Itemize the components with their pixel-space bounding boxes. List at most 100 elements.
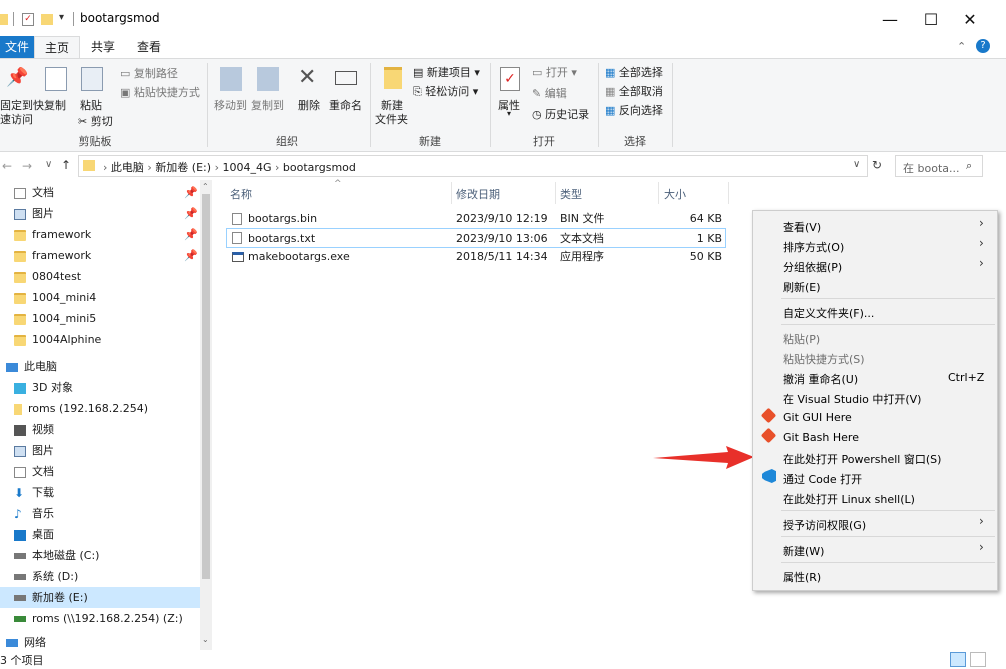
scroll-thumb[interactable]	[202, 194, 210, 579]
menu-item-undo-rename[interactable]: 撤消 重命名(U)	[783, 371, 858, 387]
menu-item-refresh[interactable]: 刷新(E)	[783, 279, 821, 295]
new-folder-button[interactable]: 新建 文件夹	[375, 65, 411, 133]
tab-file[interactable]: 文件	[0, 36, 34, 59]
menu-item-give-access[interactable]: 授予访问权限(G)	[783, 517, 866, 533]
menu-item-open-linux-shell[interactable]: 在此处打开 Linux shell(L)	[783, 491, 915, 507]
select-none-button[interactable]: ▦ 全部取消	[605, 83, 663, 99]
nav-item-1004-mini5[interactable]: 1004_mini5	[0, 308, 200, 329]
forward-arrow-icon[interactable]: →	[22, 159, 32, 173]
nav-item-roms-network[interactable]: roms (192.168.2.254)	[0, 398, 200, 419]
nav-item-network[interactable]: 网络	[0, 632, 200, 653]
menu-item-view[interactable]: 查看(V)	[783, 219, 821, 235]
delete-button[interactable]: ✕ 删除	[296, 65, 324, 115]
column-divider[interactable]	[555, 182, 556, 204]
nav-item-framework[interactable]: framework 📌	[0, 245, 200, 266]
search-icon[interactable]: ⌕	[966, 159, 972, 173]
nav-item-drive-d[interactable]: 系统 (D:)	[0, 566, 200, 587]
maximize-button[interactable]: ☐	[919, 8, 943, 32]
invert-selection-button[interactable]: ▦ 反向选择	[605, 102, 663, 118]
new-folder-quick-icon[interactable]	[41, 14, 53, 25]
menu-item-open-visual-studio[interactable]: 在 Visual Studio 中打开(V)	[783, 391, 921, 407]
column-header-date[interactable]: 修改日期	[456, 186, 500, 202]
column-divider[interactable]	[728, 182, 729, 204]
search-input[interactable]: 在 boota... ⌕	[895, 155, 983, 177]
nav-item-1004-mini4[interactable]: 1004_mini4	[0, 287, 200, 308]
easy-access-button[interactable]: ⎘ 轻松访问 ▾	[413, 83, 478, 99]
tab-home[interactable]: 主页	[34, 36, 80, 60]
column-divider[interactable]	[451, 182, 452, 204]
menu-item-customize-folder[interactable]: 自定义文件夹(F)...	[783, 305, 874, 321]
scroll-up-icon[interactable]: ⌃	[202, 182, 209, 191]
scroll-down-icon[interactable]: ⌄	[202, 635, 209, 644]
nav-item-pictures[interactable]: 图片 📌	[0, 203, 200, 224]
column-divider[interactable]	[658, 182, 659, 204]
copy-button[interactable]: 复制	[42, 65, 70, 115]
nav-item-this-pc[interactable]: 此电脑	[0, 356, 200, 377]
large-icons-view-icon[interactable]	[970, 652, 986, 667]
tab-view[interactable]: 查看	[126, 36, 172, 59]
breadcrumb-item[interactable]: 此电脑	[111, 161, 144, 174]
help-icon[interactable]: ?	[976, 39, 990, 53]
menu-item-git-gui[interactable]: Git GUI Here	[783, 411, 852, 424]
column-header-name[interactable]: 名称	[230, 186, 252, 202]
edit-button[interactable]: ✎ 编辑	[532, 85, 567, 101]
menu-item-properties[interactable]: 属性(R)	[783, 569, 821, 585]
history-button[interactable]: ◷ 历史记录	[532, 106, 589, 122]
cut-button[interactable]: ✂ 剪切	[78, 113, 113, 129]
address-dropdown-icon[interactable]: ∨	[853, 159, 860, 170]
recent-dropdown-icon[interactable]: ∨	[45, 159, 52, 170]
menu-item-git-bash[interactable]: Git Bash Here	[783, 431, 859, 444]
close-button[interactable]: ✕	[958, 8, 982, 32]
rename-button[interactable]: 重命名	[329, 65, 365, 115]
new-item-button[interactable]: ▤ 新建项目 ▾	[413, 64, 480, 80]
breadcrumb-item[interactable]: 1004_4G	[222, 161, 271, 174]
pin-quick-access-button[interactable]: 📌 固定到快 速访问	[0, 65, 44, 133]
nav-item-1004alphine[interactable]: 1004Alphine	[0, 329, 200, 350]
copy-path-button[interactable]: ▭ 复制路径	[120, 65, 178, 81]
column-header-type[interactable]: 类型	[560, 186, 582, 202]
file-row[interactable]: bootargs.bin 2023/9/10 12:19 BIN 文件 64 K…	[226, 209, 726, 229]
minimize-button[interactable]: —	[878, 8, 902, 32]
tab-share[interactable]: 共享	[80, 36, 126, 59]
nav-item-documents[interactable]: 文档 📌	[0, 182, 200, 203]
menu-item-sort[interactable]: 排序方式(O)	[783, 239, 844, 255]
nav-item-videos[interactable]: 视频	[0, 419, 200, 440]
file-row[interactable]: bootargs.txt 2023/9/10 13:06 文本文档 1 KB	[226, 228, 726, 248]
nav-item-pictures[interactable]: 图片	[0, 440, 200, 461]
breadcrumb-item[interactable]: 新加卷 (E:)	[155, 161, 211, 174]
properties-quick-icon[interactable]: ✓	[22, 13, 34, 26]
file-row[interactable]: makebootargs.exe 2018/5/11 14:34 应用程序 50…	[226, 247, 726, 267]
menu-item-group[interactable]: 分组依据(P)	[783, 259, 842, 275]
nav-item-music[interactable]: ♪ 音乐	[0, 503, 200, 524]
nav-item-drive-e[interactable]: 新加卷 (E:)	[0, 587, 200, 608]
quick-access-dropdown-icon[interactable]: ▾	[59, 12, 64, 23]
address-bar[interactable]: › 此电脑 › 新加卷 (E:) › 1004_4G › bootargsmod…	[78, 155, 868, 177]
open-button[interactable]: ▭ 打开 ▾	[532, 64, 577, 80]
breadcrumb-item[interactable]: bootargsmod	[283, 161, 356, 174]
menu-item-open-powershell[interactable]: 在此处打开 Powershell 窗口(S)	[783, 451, 941, 467]
nav-item-drive-c[interactable]: 本地磁盘 (C:)	[0, 545, 200, 566]
nav-item-downloads[interactable]: ⬇ 下载	[0, 482, 200, 503]
paste-shortcut-button[interactable]: ▣ 粘贴快捷方式	[120, 84, 200, 100]
nav-item-desktop[interactable]: 桌面	[0, 524, 200, 545]
details-view-icon[interactable]	[950, 652, 966, 667]
nav-scrollbar[interactable]: ⌃ ⌄	[200, 180, 212, 650]
menu-item-new[interactable]: 新建(W)	[783, 543, 824, 559]
nav-item-documents[interactable]: 文档	[0, 461, 200, 482]
nav-item-0804test[interactable]: 0804test	[0, 266, 200, 287]
nav-item-drive-z[interactable]: roms (\\192.168.2.254) (Z:)	[0, 608, 200, 629]
refresh-icon[interactable]: ↻	[872, 158, 882, 172]
up-arrow-icon[interactable]: ↑	[61, 158, 71, 172]
column-header-size[interactable]: 大小	[664, 186, 686, 202]
collapse-ribbon-icon[interactable]: ⌃	[957, 40, 966, 53]
properties-button[interactable]: ✓ 属性 ▾	[496, 65, 526, 125]
nav-item-3d-objects[interactable]: 3D 对象	[0, 377, 200, 398]
nav-item-framework[interactable]: framework 📌	[0, 224, 200, 245]
menu-item-open-with-code[interactable]: 通过 Code 打开	[783, 471, 862, 487]
select-all-button[interactable]: ▦ 全部选择	[605, 64, 663, 80]
move-to-button[interactable]: 移动到	[212, 65, 248, 115]
copy-to-button[interactable]: 复制到	[249, 65, 285, 115]
back-arrow-icon[interactable]: ←	[2, 159, 12, 173]
paste-button[interactable]: 粘贴	[78, 65, 106, 115]
copy-to-label: 复制到	[251, 99, 284, 112]
